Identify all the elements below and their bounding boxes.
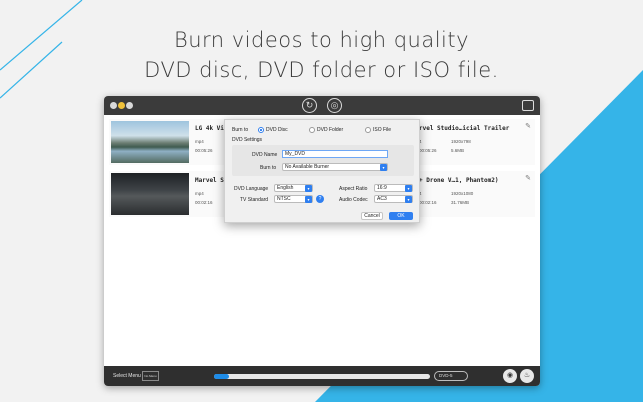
dvd-name-label: DVD Name	[252, 152, 278, 158]
chevron-down-icon: ▾	[305, 185, 312, 192]
help-icon[interactable]: ?	[316, 195, 324, 203]
chevron-down-icon: ▾	[405, 185, 412, 192]
capacity-bar	[214, 374, 430, 379]
option-dvd-folder[interactable]: DVD Folder	[317, 127, 343, 133]
output-resolution: 1920x1080	[451, 191, 474, 196]
output-size: 31.76MB	[451, 200, 470, 205]
duration-label: 00:05:26	[195, 148, 213, 153]
output-size: 5.6MB	[451, 148, 465, 153]
tv-standard-label: TV Standard	[240, 197, 269, 203]
chevron-down-icon: ▾	[305, 196, 312, 203]
format-label: mp4	[195, 191, 204, 196]
video-title: Marvel St	[195, 177, 228, 184]
audio-codec-label: Audio Codec	[339, 197, 368, 203]
capacity-fill	[214, 374, 230, 379]
radio-iso-file[interactable]	[365, 127, 371, 133]
language-value: English	[277, 185, 294, 191]
burner-label: Burn to	[260, 165, 277, 171]
bottom-toolbar: Select Menu No Menu DVD-5 ◉ ♨	[104, 366, 540, 386]
video-thumbnail[interactable]	[111, 121, 189, 163]
dvd-settings-label: DVD Settings	[232, 137, 263, 143]
zoom-window-button[interactable]	[126, 102, 133, 109]
format-label: mp4	[195, 139, 204, 144]
eye-icon[interactable]: ◉	[503, 369, 517, 383]
audio-codec-select[interactable]: AC3 ▾	[374, 195, 413, 203]
chevron-down-icon: ▾	[380, 164, 387, 171]
video-thumbnail[interactable]	[111, 173, 189, 215]
aspect-ratio-select[interactable]: 16:9 ▾	[374, 184, 413, 192]
burn-settings-dialog: Burn to DVD Disc DVD Folder ISO File DVD…	[224, 119, 420, 223]
option-iso-file[interactable]: ISO File	[373, 127, 391, 133]
close-window-button[interactable]	[110, 102, 117, 109]
edit-icon[interactable]: ✎	[525, 174, 531, 182]
titlebar: ↻ ◎	[104, 96, 540, 115]
duration-label: 00:02:16	[195, 200, 213, 205]
language-label: DVD Language	[234, 186, 269, 192]
dvd-type-select[interactable]: DVD-5	[434, 371, 468, 381]
settings-group: DVD Name My_DVD Burn to No Available Bur…	[232, 145, 414, 176]
output-resolution: 1920x798	[451, 139, 471, 144]
burner-select[interactable]: No Available Burner ▾	[282, 163, 388, 171]
radio-dvd-disc[interactable]	[258, 127, 264, 133]
cancel-button[interactable]: Cancel	[361, 212, 383, 220]
audio-codec-value: AC3	[377, 196, 387, 202]
aspect-ratio-value: 16:9	[377, 185, 387, 191]
menu-template-thumb[interactable]: No Menu	[142, 371, 159, 381]
option-dvd-disc[interactable]: DVD Disc	[266, 127, 288, 133]
edit-icon[interactable]: ✎	[525, 122, 531, 130]
language-select[interactable]: English ▾	[274, 184, 313, 192]
dvd-name-input[interactable]: My_DVD	[282, 150, 388, 158]
burn-to-label: Burn to	[232, 127, 249, 133]
refresh-icon[interactable]: ↻	[302, 98, 317, 113]
chevron-down-icon: ▾	[405, 196, 412, 203]
tv-standard-select[interactable]: NTSC ▾	[274, 195, 313, 203]
tv-standard-value: NTSC	[277, 196, 291, 202]
output-duration: 00:02:16	[419, 200, 437, 205]
select-menu-label: Select Menu	[113, 373, 141, 379]
flame-icon[interactable]: ♨	[520, 369, 534, 383]
output-title: + Drone V…1, Phantom2)	[419, 177, 499, 184]
output-duration: 00:05:26	[419, 148, 437, 153]
headline-line-2: DVD disc, DVD folder or ISO file.	[144, 58, 499, 82]
disc-icon[interactable]: ◎	[327, 98, 342, 113]
minimize-window-button[interactable]	[118, 102, 125, 109]
ok-button[interactable]: OK	[389, 212, 413, 220]
video-title: LG 4k Vid	[195, 125, 228, 132]
radio-dvd-folder[interactable]	[309, 127, 315, 133]
aspect-ratio-label: Aspect Ratio	[339, 186, 368, 192]
output-title: rvel Studio…icial Trailer	[419, 125, 510, 132]
gift-icon[interactable]	[522, 100, 534, 111]
headline-line-1: Burn videos to high quality	[173, 28, 470, 52]
burner-value: No Available Burner	[285, 164, 330, 170]
